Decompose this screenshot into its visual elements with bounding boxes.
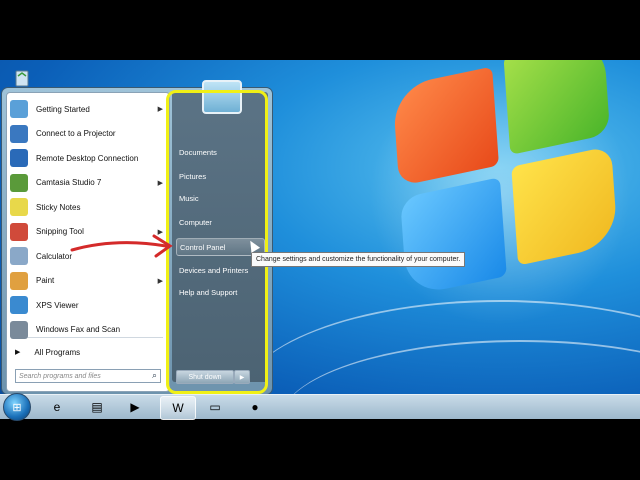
fax-scan-icon [10, 320, 28, 339]
program-label: Remote Desktop Connection [36, 153, 139, 163]
calculator-icon [10, 247, 28, 265]
word-icon: W [172, 401, 184, 415]
program-item[interactable]: Getting Started ▶ [7, 97, 169, 121]
taskbar-button[interactable]: ▤ [80, 396, 114, 418]
program-label: Sticky Notes [36, 202, 81, 212]
search-input[interactable]: Search programs and files ⌕ [15, 369, 161, 383]
taskbar: ⊞ e ▤ ▶ W ▭ ● [0, 393, 640, 421]
remote-desktop-icon [10, 149, 28, 167]
program-label: Calculator [36, 251, 73, 261]
program-item[interactable]: Remote Desktop Connection [7, 146, 169, 170]
recycle-bin-icon[interactable] [12, 68, 32, 88]
taskbar-button[interactable]: ▶ [118, 396, 152, 418]
windows-explorer-icon: ▤ [91, 400, 103, 414]
search-icon[interactable]: ⌕ [152, 370, 157, 381]
sticky-notes-task-icon: ▭ [209, 400, 221, 414]
start-button[interactable]: ⊞ [3, 393, 31, 421]
annotation-arrow-icon [70, 234, 173, 258]
program-label: Camtasia Studio 7 [36, 178, 102, 187]
xps-viewer-icon [10, 296, 28, 314]
taskbar-button[interactable]: ● [238, 396, 272, 418]
all-programs-label: All Programs [34, 347, 81, 357]
camtasia-recorder-icon: ● [251, 400, 259, 414]
windows-orb-icon: ⊞ [12, 401, 22, 414]
internet-explorer-icon: e [53, 400, 61, 414]
getting-started-icon [10, 100, 28, 118]
program-label: Windows Fax and Scan [36, 325, 121, 334]
control-panel-tooltip: Change settings and customize the functi… [251, 252, 466, 267]
program-item[interactable]: Windows Fax and Scan [7, 318, 169, 342]
projector-icon [10, 124, 28, 143]
program-item[interactable]: XPS Viewer [7, 293, 169, 317]
paint-icon [10, 271, 28, 290]
program-label: XPS Viewer [36, 300, 79, 310]
program-label: Paint [36, 276, 55, 285]
program-item[interactable]: Sticky Notes [7, 195, 169, 219]
taskbar-button[interactable]: W [160, 396, 196, 420]
tooltip-text: Change settings and customize the functi… [256, 256, 461, 263]
program-label: Connect to a Projector [36, 129, 116, 138]
program-item[interactable]: Camtasia Studio 7 ▶ [7, 171, 169, 195]
submenu-arrow-icon: ▶ [157, 277, 163, 285]
camtasia-icon [10, 173, 28, 192]
media-player-icon: ▶ [130, 400, 140, 414]
triangle-right-icon: ▶ [15, 349, 21, 356]
taskbar-button[interactable]: ▭ [198, 396, 232, 418]
submenu-arrow-icon: ▶ [157, 179, 163, 187]
program-label: Getting Started [36, 104, 90, 114]
program-item[interactable]: Paint ▶ [7, 269, 169, 293]
search-placeholder: Search programs and files [19, 372, 101, 380]
sticky-notes-icon [10, 198, 28, 216]
all-programs-button[interactable]: ▶ All Programs [7, 343, 169, 361]
program-item[interactable]: Connect to a Projector [7, 122, 169, 146]
scissors-icon [10, 222, 28, 241]
submenu-arrow-icon: ▶ [157, 106, 163, 113]
taskbar-button[interactable]: e [40, 396, 74, 418]
